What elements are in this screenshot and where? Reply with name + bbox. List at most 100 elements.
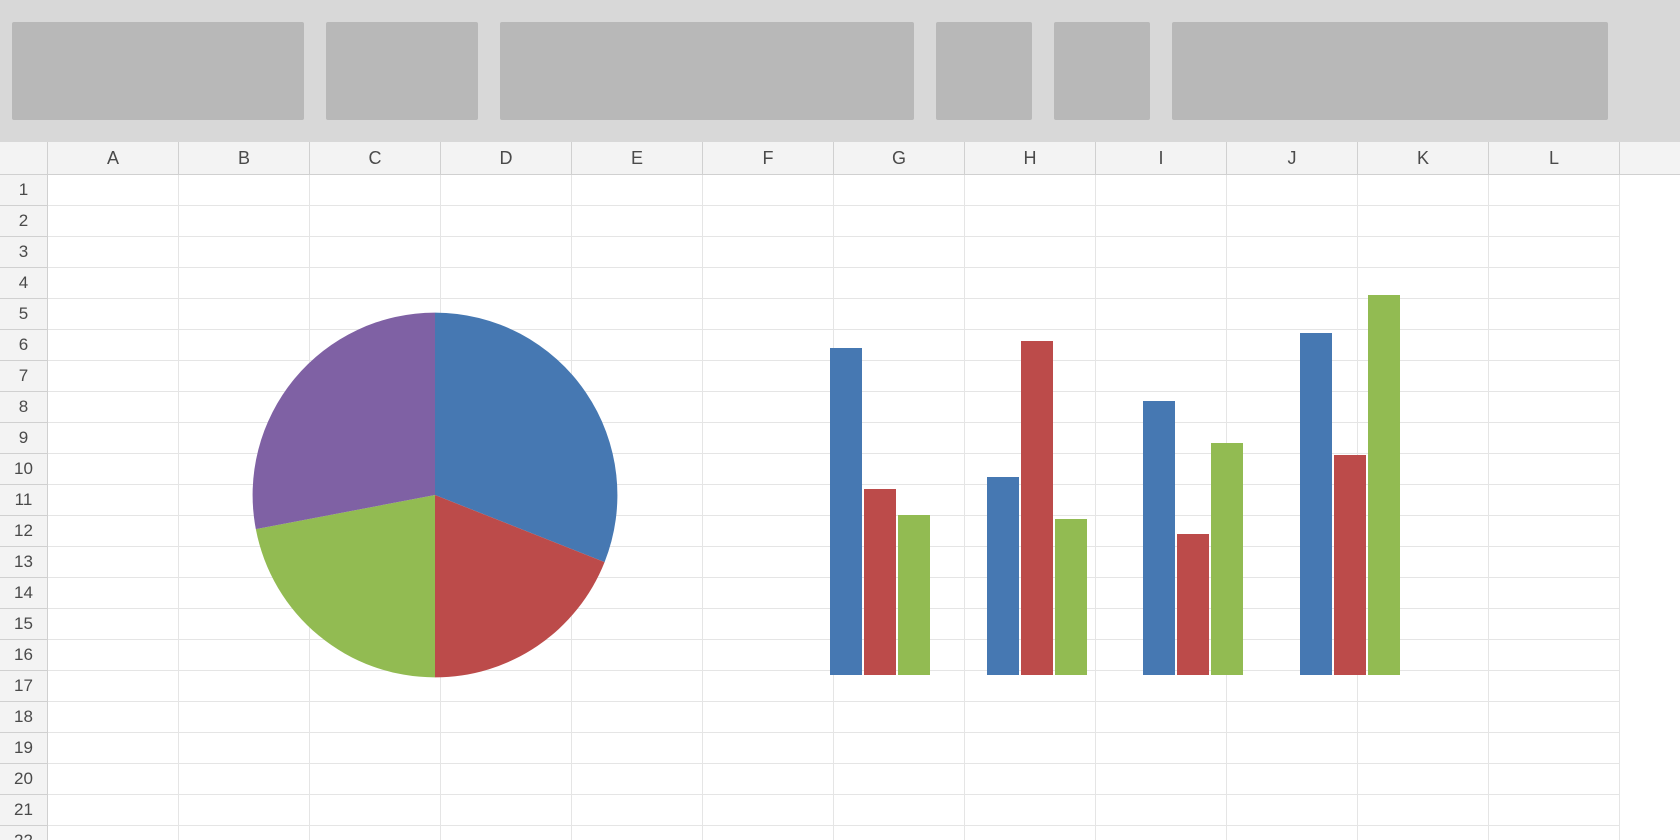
cell-H1[interactable] bbox=[965, 175, 1096, 206]
row-header-10[interactable]: 10 bbox=[0, 454, 48, 485]
column-header-F[interactable]: F bbox=[703, 142, 834, 174]
cell-K3[interactable] bbox=[1358, 237, 1489, 268]
cell-E2[interactable] bbox=[572, 206, 703, 237]
cell-J3[interactable] bbox=[1227, 237, 1358, 268]
cell-C4[interactable] bbox=[310, 268, 441, 299]
cell-A17[interactable] bbox=[48, 671, 179, 702]
cell-B4[interactable] bbox=[179, 268, 310, 299]
cell-J20[interactable] bbox=[1227, 764, 1358, 795]
cell-D18[interactable] bbox=[441, 702, 572, 733]
cell-L22[interactable] bbox=[1489, 826, 1620, 840]
column-header-C[interactable]: C bbox=[310, 142, 441, 174]
cell-A18[interactable] bbox=[48, 702, 179, 733]
cell-D20[interactable] bbox=[441, 764, 572, 795]
cell-D22[interactable] bbox=[441, 826, 572, 840]
cell-L6[interactable] bbox=[1489, 330, 1620, 361]
cell-F11[interactable] bbox=[703, 485, 834, 516]
ribbon-group-5[interactable] bbox=[1054, 22, 1150, 120]
cell-G3[interactable] bbox=[834, 237, 965, 268]
cell-K19[interactable] bbox=[1358, 733, 1489, 764]
cell-J1[interactable] bbox=[1227, 175, 1358, 206]
cell-A11[interactable] bbox=[48, 485, 179, 516]
cell-A21[interactable] bbox=[48, 795, 179, 826]
cell-L15[interactable] bbox=[1489, 609, 1620, 640]
cell-A13[interactable] bbox=[48, 547, 179, 578]
cell-F16[interactable] bbox=[703, 640, 834, 671]
cell-F6[interactable] bbox=[703, 330, 834, 361]
row-header-21[interactable]: 21 bbox=[0, 795, 48, 826]
cell-G18[interactable] bbox=[834, 702, 965, 733]
cell-D3[interactable] bbox=[441, 237, 572, 268]
cell-C22[interactable] bbox=[310, 826, 441, 840]
cell-F1[interactable] bbox=[703, 175, 834, 206]
cell-F7[interactable] bbox=[703, 361, 834, 392]
column-header-H[interactable]: H bbox=[965, 142, 1096, 174]
cell-I22[interactable] bbox=[1096, 826, 1227, 840]
row-header-3[interactable]: 3 bbox=[0, 237, 48, 268]
column-header-J[interactable]: J bbox=[1227, 142, 1358, 174]
cell-E3[interactable] bbox=[572, 237, 703, 268]
row-header-5[interactable]: 5 bbox=[0, 299, 48, 330]
cell-F5[interactable] bbox=[703, 299, 834, 330]
cell-L11[interactable] bbox=[1489, 485, 1620, 516]
cell-J21[interactable] bbox=[1227, 795, 1358, 826]
cell-A4[interactable] bbox=[48, 268, 179, 299]
row-header-11[interactable]: 11 bbox=[0, 485, 48, 516]
cell-H20[interactable] bbox=[965, 764, 1096, 795]
cell-K22[interactable] bbox=[1358, 826, 1489, 840]
cell-L19[interactable] bbox=[1489, 733, 1620, 764]
row-header-7[interactable]: 7 bbox=[0, 361, 48, 392]
cell-A9[interactable] bbox=[48, 423, 179, 454]
cell-F21[interactable] bbox=[703, 795, 834, 826]
cell-C21[interactable] bbox=[310, 795, 441, 826]
cell-D19[interactable] bbox=[441, 733, 572, 764]
cell-E18[interactable] bbox=[572, 702, 703, 733]
cell-H21[interactable] bbox=[965, 795, 1096, 826]
cell-F17[interactable] bbox=[703, 671, 834, 702]
column-header-A[interactable]: A bbox=[48, 142, 179, 174]
ribbon-group-4[interactable] bbox=[936, 22, 1032, 120]
column-header-B[interactable]: B bbox=[179, 142, 310, 174]
cell-I2[interactable] bbox=[1096, 206, 1227, 237]
cell-H17[interactable] bbox=[965, 671, 1096, 702]
cell-D1[interactable] bbox=[441, 175, 572, 206]
cell-I20[interactable] bbox=[1096, 764, 1227, 795]
row-header-20[interactable]: 20 bbox=[0, 764, 48, 795]
cell-L17[interactable] bbox=[1489, 671, 1620, 702]
cell-F8[interactable] bbox=[703, 392, 834, 423]
cell-K20[interactable] bbox=[1358, 764, 1489, 795]
cell-G2[interactable] bbox=[834, 206, 965, 237]
cell-H22[interactable] bbox=[965, 826, 1096, 840]
cell-L14[interactable] bbox=[1489, 578, 1620, 609]
cell-E21[interactable] bbox=[572, 795, 703, 826]
cell-L9[interactable] bbox=[1489, 423, 1620, 454]
cell-A19[interactable] bbox=[48, 733, 179, 764]
cell-B1[interactable] bbox=[179, 175, 310, 206]
cell-G20[interactable] bbox=[834, 764, 965, 795]
cell-A2[interactable] bbox=[48, 206, 179, 237]
row-header-2[interactable]: 2 bbox=[0, 206, 48, 237]
cell-C20[interactable] bbox=[310, 764, 441, 795]
cell-A6[interactable] bbox=[48, 330, 179, 361]
cell-L2[interactable] bbox=[1489, 206, 1620, 237]
row-header-4[interactable]: 4 bbox=[0, 268, 48, 299]
ribbon-group-3[interactable] bbox=[500, 22, 914, 120]
cell-B21[interactable] bbox=[179, 795, 310, 826]
cell-A20[interactable] bbox=[48, 764, 179, 795]
column-header-L[interactable]: L bbox=[1489, 142, 1620, 174]
row-header-17[interactable]: 17 bbox=[0, 671, 48, 702]
cell-L8[interactable] bbox=[1489, 392, 1620, 423]
row-header-8[interactable]: 8 bbox=[0, 392, 48, 423]
row-header-18[interactable]: 18 bbox=[0, 702, 48, 733]
cell-I1[interactable] bbox=[1096, 175, 1227, 206]
cell-L3[interactable] bbox=[1489, 237, 1620, 268]
select-all-corner[interactable] bbox=[0, 142, 48, 174]
cell-L20[interactable] bbox=[1489, 764, 1620, 795]
cell-B2[interactable] bbox=[179, 206, 310, 237]
row-header-22[interactable]: 22 bbox=[0, 826, 48, 840]
cell-A5[interactable] bbox=[48, 299, 179, 330]
cell-F9[interactable] bbox=[703, 423, 834, 454]
cell-A16[interactable] bbox=[48, 640, 179, 671]
cell-F18[interactable] bbox=[703, 702, 834, 733]
row-header-6[interactable]: 6 bbox=[0, 330, 48, 361]
